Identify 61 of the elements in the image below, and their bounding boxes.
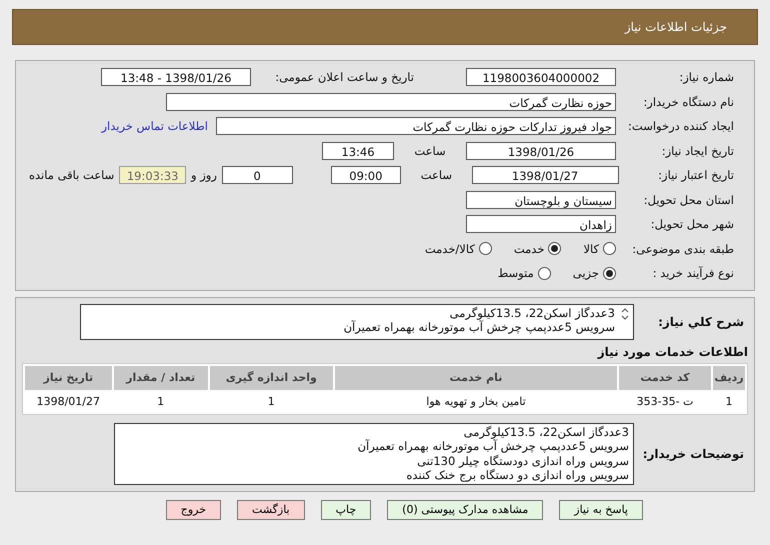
column-header: ردیف — [713, 366, 745, 390]
action-button[interactable]: بازگشت — [237, 500, 305, 520]
requester-field: جواد فیروز تدارکات حوزه نظارت گمرکات — [216, 117, 616, 136]
column-header: تعداد / مقدار — [114, 366, 208, 390]
time-label: ساعت — [420, 168, 454, 182]
radio-button[interactable] — [478, 242, 492, 256]
city-field: زاهدان — [466, 215, 616, 234]
time-label: ساعت — [413, 144, 447, 158]
field-label: تاریخ ایجاد نیاز: — [660, 144, 735, 158]
need-number-field: 1198003604000002 — [466, 68, 616, 86]
radio-button[interactable] — [538, 266, 551, 280]
buyer-contact-link[interactable]: اطلاعات تماس خریدار — [101, 119, 208, 134]
field-label: استان محل تحویل: — [642, 192, 735, 207]
field-label: ایجاد کننده درخواست: — [627, 119, 735, 134]
table-cell-text: 1 — [156, 394, 166, 410]
column-header: واحد اندازه گیری — [210, 366, 333, 390]
field-label: توضیحات خریدار: — [642, 446, 745, 460]
date-field: 1398/01/26 — [466, 142, 616, 160]
radio-button[interactable] — [548, 242, 562, 256]
radio-label: جزیی — [572, 266, 599, 280]
province-field: سیستان و بلوچستان — [466, 190, 616, 209]
description-field: 3عددگاز اسکن22، 13.5کیلوگرمی سرویس 5عددپمپ چرخش آب موتورخانه بهمراه تعمیرآن — [80, 304, 634, 340]
field-label: طبقه بندی موضوعی: — [631, 242, 735, 256]
buyer-org-field: حوزه نظارت گمرکات — [166, 92, 616, 111]
radio-label: متوسط — [498, 266, 534, 280]
radio-button[interactable] — [603, 266, 616, 280]
page-title: جزئیات اطلاعات نیاز — [624, 20, 727, 34]
table-cell-text: ت -35-353 — [636, 394, 694, 410]
action-button[interactable]: چاپ — [320, 500, 372, 520]
announce-date-field: 1398/01/26 - 13:48 — [101, 68, 251, 86]
table-cell-text: تامین بخار و تهویه هوا — [425, 394, 527, 410]
action-button[interactable]: مشاهده مدارک پیوستی (0) — [387, 500, 544, 520]
radio-label: خدمت — [514, 242, 544, 256]
buyer-notes-field: 3عددگاز اسکن22، 13.5کیلوگرمی سرویس 5عددپمپ چرخش آب موتورخانه بهمراه تعمیرآن سرویس وراه اندازی دودستگاه چیلر 130تنی سرویس وراه اندازی دو دستگاه برج خنک کننده — [114, 422, 634, 484]
column-header: تاریخ نیاز — [25, 366, 112, 390]
days-label: روز و — [191, 168, 217, 182]
column-header: نام خدمت — [335, 366, 617, 390]
time-field: 13:46 — [322, 142, 394, 160]
field-label: نام دستگاه خریدار: — [642, 94, 735, 109]
remaining-time-field: 19:03:33 — [119, 166, 186, 184]
field-label: شرح کلي نياز: — [657, 314, 745, 328]
field-label: تاریخ و ساعت اعلان عمومی: — [274, 70, 415, 84]
column-header: کد خدمت — [619, 366, 711, 390]
table-cell-text: 1398/01/27 — [36, 394, 102, 410]
radio-button[interactable] — [603, 242, 616, 256]
days-field: 0 — [222, 166, 293, 184]
time-field: 09:00 — [330, 166, 402, 184]
radio-label: کالا — [583, 242, 599, 256]
action-button[interactable]: پاسخ به نیاز — [559, 500, 643, 520]
table-cell-text: 1 — [266, 394, 276, 410]
date-field: 1398/01/27 — [472, 166, 619, 184]
field-label: شماره نیاز: — [678, 70, 735, 84]
field-label: شهر محل تحویل: — [650, 217, 735, 232]
section-title: اطلاعات خدمات مورد نیاز — [596, 344, 748, 358]
radio-label: کالا/خدمت — [424, 242, 475, 256]
field-label: نوع فرآیند خرید : — [652, 266, 735, 280]
action-button[interactable]: خروج — [166, 500, 222, 520]
table-cell-text: 1 — [724, 394, 734, 410]
scroll-arrows-icon[interactable] — [621, 308, 629, 320]
field-label: تاریخ اعتبار نیاز: — [657, 168, 735, 182]
remaining-label: ساعت باقی مانده — [29, 168, 114, 182]
